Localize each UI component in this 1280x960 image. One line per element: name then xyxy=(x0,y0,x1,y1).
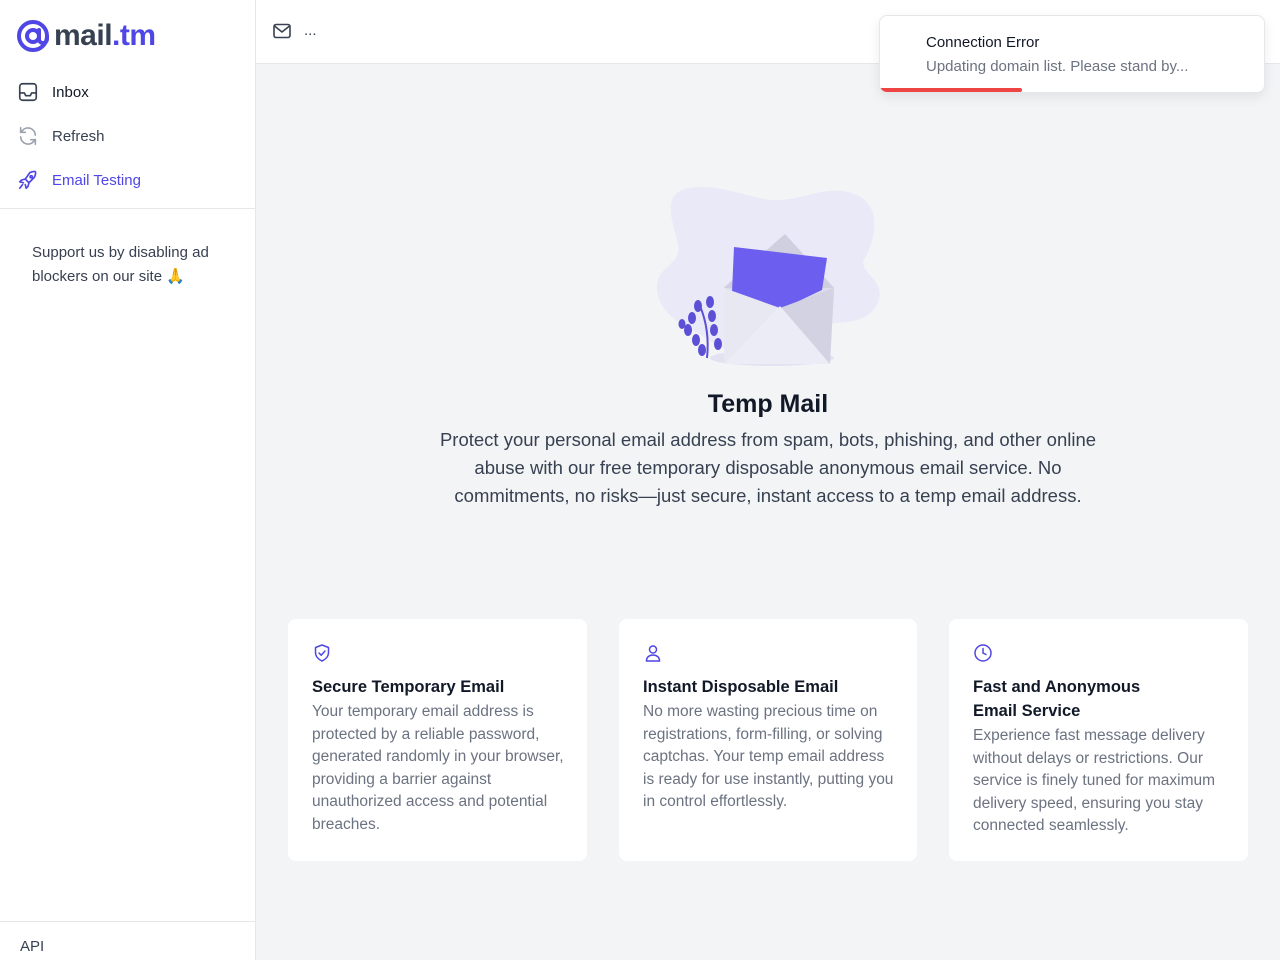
sidebar: mail.tm Inbox Refresh Email Testing Supp… xyxy=(0,0,256,960)
envelope-illustration-icon xyxy=(656,186,880,366)
sidebar-item-label: Email Testing xyxy=(52,171,141,189)
at-sign-icon xyxy=(17,20,49,52)
rocket-icon xyxy=(17,169,39,191)
toast-message: Updating domain list. Please stand by... xyxy=(926,58,1189,75)
shield-check-icon xyxy=(314,644,330,662)
inbox-icon xyxy=(17,81,39,103)
api-link[interactable]: API xyxy=(20,938,44,955)
sidebar-footer: API xyxy=(0,921,255,960)
error-toast[interactable]: Connection Error Updating domain list. P… xyxy=(879,15,1265,93)
feature-text: No more wasting precious time on registr… xyxy=(643,703,894,810)
sidebar-nav: Inbox Refresh Email Testing xyxy=(0,70,255,202)
support-message: Support us by disabling ad blockers on o… xyxy=(32,244,209,285)
toast-title: Connection Error xyxy=(926,34,1040,51)
sidebar-item-inbox[interactable]: Inbox xyxy=(0,70,255,114)
sidebar-divider xyxy=(0,208,255,209)
feature-text: Experience fast message delivery without… xyxy=(973,727,1216,834)
email-address[interactable]: ... xyxy=(304,22,317,39)
toast-progress-track xyxy=(880,88,1264,92)
mail-icon xyxy=(273,23,291,44)
page-title: Temp Mail xyxy=(707,390,829,418)
sidebar-item-email-testing[interactable]: Email Testing xyxy=(0,158,255,202)
sidebar-item-label: Refresh xyxy=(52,127,105,145)
hero-description: Protect your personal email address from… xyxy=(439,429,1097,506)
refresh-icon xyxy=(17,125,39,147)
sidebar-item-label: Inbox xyxy=(52,83,89,101)
feature-card-instant: Instant Disposable Email No more wasting… xyxy=(619,619,917,861)
sidebar-item-refresh[interactable]: Refresh xyxy=(0,114,255,158)
user-icon xyxy=(645,645,661,662)
feature-card-fast: Fast and Anonymous Email Service Experie… xyxy=(949,619,1248,861)
logo-text: mail.tm xyxy=(54,19,156,52)
feature-card-secure: Secure Temporary Email Your temporary em… xyxy=(288,619,587,861)
toast-progress-bar xyxy=(880,88,1023,92)
clock-icon xyxy=(974,644,992,662)
logo[interactable]: mail.tm xyxy=(16,18,156,54)
feature-title: Fast and Anonymous Email Service xyxy=(973,678,1141,720)
feature-title: Instant Disposable Email xyxy=(643,678,839,696)
feature-title: Secure Temporary Email xyxy=(312,678,505,696)
feature-text: Your temporary email address is protecte… xyxy=(312,703,564,833)
